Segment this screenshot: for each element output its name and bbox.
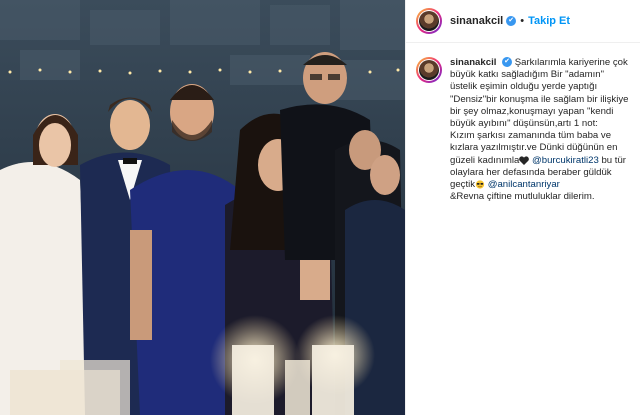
separator-dot: • bbox=[520, 15, 525, 27]
caption-block: sinanakcil ✔ Şarkılarımla kariyerine çok… bbox=[406, 43, 640, 203]
instagram-post: sinanakcil ✔ • Takip Et sinanakcil ✔ Şar… bbox=[0, 0, 640, 415]
mention-anilcantanriyar[interactable]: @anilcantanriyar bbox=[488, 179, 560, 190]
username-link[interactable]: sinanakcil bbox=[450, 15, 503, 27]
caption-text: sinanakcil ✔ Şarkılarımla kariyerine çok… bbox=[450, 57, 630, 203]
avatar[interactable] bbox=[416, 8, 442, 34]
follow-button[interactable]: Takip Et bbox=[528, 15, 570, 27]
verified-badge-icon: ✔ bbox=[502, 57, 513, 68]
verified-badge-icon: ✔ bbox=[506, 16, 517, 26]
post-photo[interactable] bbox=[0, 0, 405, 415]
profile-picture bbox=[419, 11, 439, 31]
caption-avatar[interactable] bbox=[416, 57, 442, 83]
caption-part-4: &Revna çiftine mutluluklar dilerim. bbox=[450, 191, 595, 203]
sunglasses-emoji-icon bbox=[475, 180, 485, 189]
mention-burcukiratli23[interactable]: @burcukiratli23 bbox=[532, 155, 599, 166]
caption-username-link[interactable]: sinanakcil bbox=[450, 57, 496, 68]
post-header: sinanakcil ✔ • Takip Et bbox=[406, 0, 640, 43]
heart-emoji-icon bbox=[519, 156, 530, 165]
wedding-photo-image bbox=[0, 0, 405, 415]
post-side-panel: sinanakcil ✔ • Takip Et sinanakcil ✔ Şar… bbox=[405, 0, 640, 415]
profile-picture bbox=[419, 60, 439, 80]
